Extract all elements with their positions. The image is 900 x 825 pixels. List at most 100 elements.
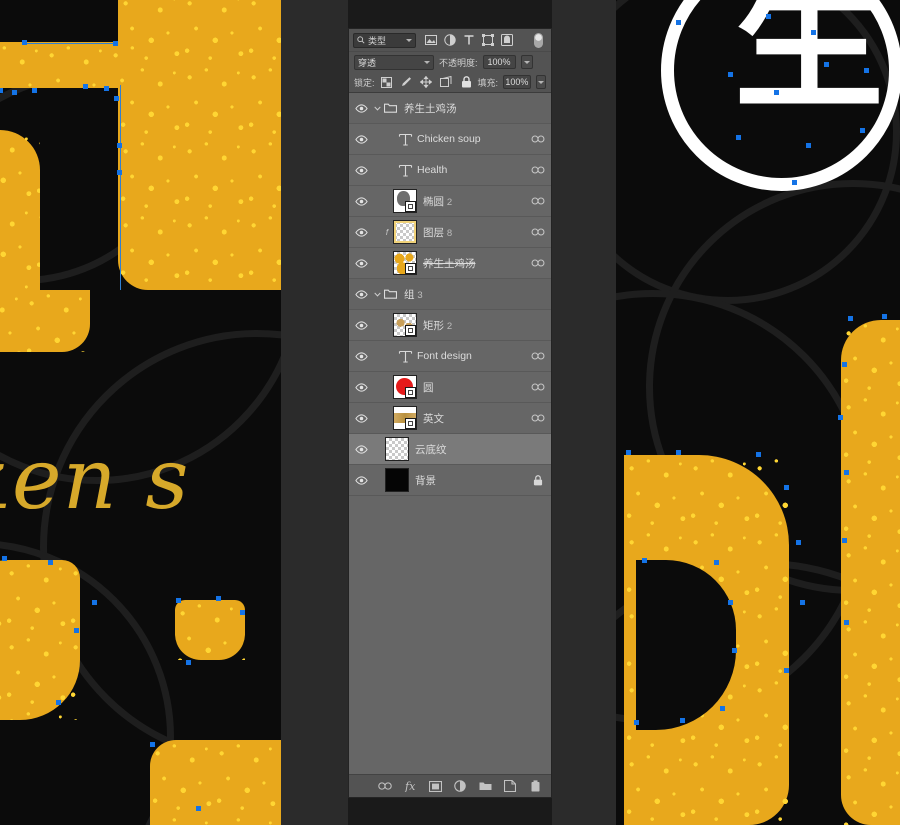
layer-name[interactable]: 养生土鸡汤 — [423, 256, 525, 271]
path-anchor-point[interactable] — [842, 538, 847, 543]
layer-link-icon[interactable] — [525, 352, 551, 360]
layer-thumbnail[interactable] — [393, 313, 417, 337]
path-anchor-point[interactable] — [720, 706, 725, 711]
path-anchor-point[interactable] — [766, 14, 771, 19]
layer-row[interactable]: 圆 — [349, 372, 551, 403]
layer-thumbnail[interactable] — [393, 375, 417, 399]
layer-row[interactable]: 矩形 2 — [349, 310, 551, 341]
opacity-dropdown-button[interactable] — [520, 55, 533, 69]
filter-enable-toggle[interactable] — [532, 32, 545, 48]
new-fill-adjustment-layer-icon[interactable] — [453, 779, 467, 793]
layer-filter-icon-group[interactable] — [424, 34, 513, 47]
layer-name[interactable]: 圆 — [423, 380, 525, 395]
path-anchor-point[interactable] — [864, 68, 869, 73]
path-anchor-point[interactable] — [56, 700, 61, 705]
path-anchor-point[interactable] — [0, 88, 3, 93]
type-layer-filter-icon[interactable] — [462, 34, 475, 47]
layer-link-icon[interactable] — [525, 135, 551, 143]
path-anchor-point[interactable] — [784, 485, 789, 490]
path-anchor-point[interactable] — [800, 600, 805, 605]
lock-icon-group[interactable] — [380, 76, 473, 89]
layer-visibility-toggle[interactable] — [349, 475, 373, 485]
path-anchor-point[interactable] — [848, 316, 853, 321]
lock-artboard-nesting-icon[interactable] — [440, 76, 453, 89]
layer-visibility-toggle[interactable] — [349, 413, 373, 423]
layer-row[interactable]: 组 3 — [349, 279, 551, 310]
canvas-artwork-left[interactable]: ken s — [0, 0, 281, 825]
shape-layer-filter-icon[interactable] — [481, 34, 494, 47]
layer-visibility-toggle[interactable] — [349, 351, 373, 361]
path-anchor-point[interactable] — [838, 415, 843, 420]
layer-row[interactable]: 养生土鸡汤 — [349, 93, 551, 124]
path-anchor-point[interactable] — [736, 135, 741, 140]
adjustment-layer-filter-icon[interactable] — [443, 34, 456, 47]
lock-fill-bar[interactable]: 锁定: 填充: 100% — [349, 72, 551, 93]
path-anchor-point[interactable] — [150, 742, 155, 747]
path-anchor-point[interactable] — [22, 40, 27, 45]
layer-row[interactable]: 英文 — [349, 403, 551, 434]
layer-name[interactable]: 背景 — [415, 473, 525, 488]
path-anchor-point[interactable] — [774, 90, 779, 95]
layer-link-icon[interactable] — [525, 414, 551, 422]
add-layer-style-icon[interactable]: fx — [403, 779, 417, 793]
path-anchor-point[interactable] — [642, 558, 647, 563]
link-layers-icon[interactable] — [378, 779, 392, 793]
layer-visibility-toggle[interactable] — [349, 320, 373, 330]
path-anchor-point[interactable] — [32, 88, 37, 93]
layer-row[interactable]: 椭圆 2 — [349, 186, 551, 217]
layer-filter-kind-select[interactable]: 类型 — [353, 32, 416, 48]
layers-panel-toolbar[interactable]: fx — [349, 774, 551, 797]
layer-name[interactable]: 养生土鸡汤 — [404, 101, 525, 116]
path-anchor-point[interactable] — [792, 180, 797, 185]
path-anchor-point[interactable] — [728, 72, 733, 77]
layers-panel[interactable]: 类型 穿透 不透明度: 100% 锁定: 填充: 100% 养生土鸡汤 Chic… — [348, 28, 552, 798]
layer-thumbnail[interactable] — [393, 251, 417, 275]
fill-dropdown-button[interactable] — [535, 75, 546, 89]
path-anchor-point[interactable] — [240, 610, 245, 615]
path-anchor-point[interactable] — [844, 620, 849, 625]
path-anchor-point[interactable] — [186, 660, 191, 665]
path-anchor-point[interactable] — [12, 90, 17, 95]
layer-row[interactable]: f 图层 8 — [349, 217, 551, 248]
blend-mode-select[interactable]: 穿透 — [354, 54, 434, 70]
path-anchor-point[interactable] — [2, 556, 7, 561]
layer-thumbnail[interactable] — [385, 437, 409, 461]
lock-image-pixels-icon[interactable] — [400, 76, 413, 89]
path-anchor-point[interactable] — [104, 86, 109, 91]
layer-link-icon[interactable] — [525, 383, 551, 391]
layer-name[interactable]: 图层 8 — [423, 225, 525, 240]
lock-position-icon[interactable] — [420, 76, 433, 89]
path-anchor-point[interactable] — [676, 450, 681, 455]
path-anchor-point[interactable] — [114, 96, 119, 101]
layer-name[interactable]: 云底纹 — [415, 442, 525, 457]
layer-list[interactable]: 养生土鸡汤 Chicken soup Health 椭圆 2 f 图层 8 养生土鸡汤组 3… — [349, 93, 551, 774]
new-layer-icon[interactable] — [503, 779, 517, 793]
layer-visibility-toggle[interactable] — [349, 227, 373, 237]
layer-name[interactable]: 椭圆 2 — [423, 194, 525, 209]
path-anchor-point[interactable] — [74, 628, 79, 633]
path-anchor-point[interactable] — [811, 30, 816, 35]
layer-visibility-toggle[interactable] — [349, 134, 373, 144]
layer-thumbnail[interactable] — [393, 406, 417, 430]
path-anchor-point[interactable] — [216, 596, 221, 601]
path-anchor-point[interactable] — [844, 470, 849, 475]
layer-link-icon[interactable] — [525, 259, 551, 267]
path-anchor-point[interactable] — [796, 540, 801, 545]
layer-link-icon[interactable] — [525, 228, 551, 236]
path-anchor-point[interactable] — [196, 806, 201, 811]
layer-thumbnail[interactable] — [393, 189, 417, 213]
path-anchor-point[interactable] — [626, 450, 631, 455]
path-anchor-point[interactable] — [680, 718, 685, 723]
group-expand-toggle[interactable] — [373, 105, 382, 112]
lock-all-icon[interactable] — [460, 76, 473, 89]
path-anchor-point[interactable] — [860, 128, 865, 133]
group-expand-toggle[interactable] — [373, 291, 382, 298]
delete-layer-icon[interactable] — [528, 779, 542, 793]
path-anchor-point[interactable] — [48, 560, 53, 565]
new-group-icon[interactable] — [478, 779, 492, 793]
layer-visibility-toggle[interactable] — [349, 444, 373, 454]
canvas-artwork-right[interactable]: 生 — [616, 0, 900, 825]
fill-value-input[interactable]: 100% — [503, 75, 531, 89]
path-anchor-point[interactable] — [824, 62, 829, 67]
layer-visibility-toggle[interactable] — [349, 382, 373, 392]
